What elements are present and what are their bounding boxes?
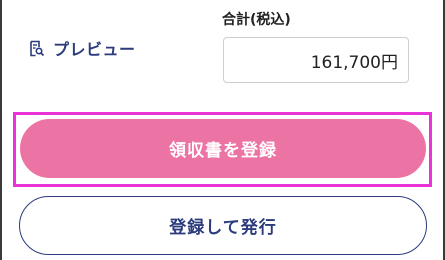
preview-doc-search-icon: [28, 40, 45, 57]
total-label: 合計(税込): [222, 12, 291, 28]
register-and-issue-button[interactable]: 登録して発行: [19, 196, 427, 255]
total-amount-field: 161,700円: [223, 37, 409, 83]
total-amount-value: 161,700円: [310, 52, 398, 73]
register-receipt-button[interactable]: 領収書を登録: [20, 119, 426, 178]
preview-label: プレビュー: [53, 40, 136, 59]
frame-edge-left: [0, 0, 2, 260]
preview-link[interactable]: プレビュー: [28, 36, 136, 60]
register-and-issue-button-label: 登録して発行: [169, 218, 277, 238]
register-receipt-button-label: 領収書を登録: [169, 141, 277, 161]
